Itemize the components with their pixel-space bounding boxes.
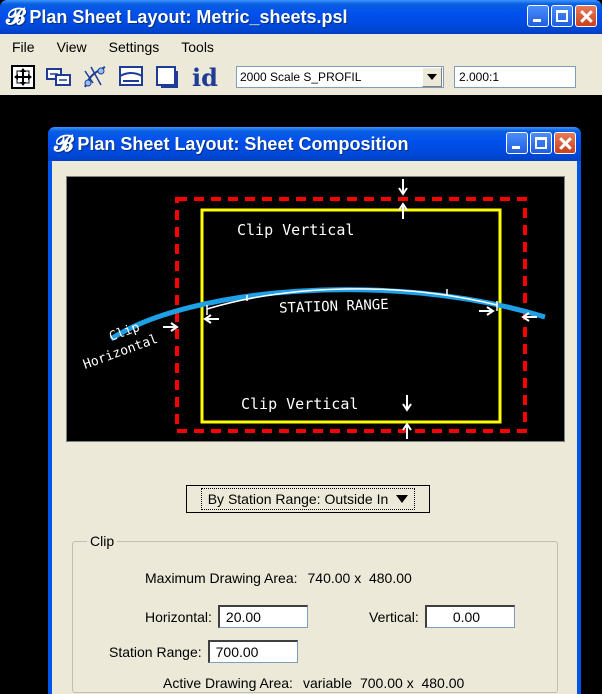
- main-title-bar[interactable]: 𝓑 Plan Sheet Layout: Metric_sheets.psl: [0, 0, 602, 34]
- maximize-button[interactable]: [551, 5, 573, 27]
- arrow-top-down: [398, 179, 408, 196]
- clip-vertical-bottom-label: Clip Vertical: [241, 395, 358, 413]
- composition-diagram: Clip Vertical Clip Vertical STATION RANG…: [66, 176, 565, 442]
- app-logo-icon: 𝓑: [6, 4, 26, 29]
- active-area-value: 700.00 x 480.00: [359, 675, 465, 691]
- vertical-label: Vertical:: [369, 608, 419, 625]
- menu-view[interactable]: View: [57, 39, 87, 55]
- path-tool-icon[interactable]: [80, 62, 110, 92]
- close-button[interactable]: [575, 5, 597, 27]
- composition-mode-dropdown[interactable]: By Station Range: Outside In: [186, 485, 430, 513]
- sub-minimize-button[interactable]: [506, 132, 528, 154]
- max-area-value: 740.00 x 480.00: [307, 570, 412, 586]
- clip-group-label: Clip: [87, 533, 118, 549]
- horizontal-input[interactable]: 20.00: [217, 605, 308, 628]
- inner-sheet-border: [200, 208, 502, 424]
- clip-vertical-top-label: Clip Vertical: [237, 221, 354, 239]
- menu-settings[interactable]: Settings: [109, 39, 160, 55]
- sub-maximize-button[interactable]: [530, 132, 552, 154]
- composition-mode-value: By Station Range: Outside In: [207, 491, 389, 507]
- chevron-down-icon[interactable]: [422, 67, 442, 87]
- sheet-move-icon[interactable]: [44, 62, 74, 92]
- menu-tools[interactable]: Tools: [181, 39, 214, 55]
- app-logo-icon: 𝓑: [54, 131, 74, 156]
- sheet-placement-icon[interactable]: [8, 62, 38, 92]
- station-range-input[interactable]: 700.00: [207, 640, 298, 663]
- sheet-type-dropdown[interactable]: 2000 Scale S_PROFIL: [236, 66, 444, 88]
- sheet-composition-body: Clip Vertical Clip Vertical STATION RANG…: [52, 161, 577, 694]
- max-area-label: Maximum Drawing Area:: [145, 570, 298, 586]
- menu-bar: File View Settings Tools: [0, 34, 602, 59]
- id-icon[interactable]: id: [188, 62, 222, 92]
- station-range-label-text: Station Range:: [109, 643, 202, 660]
- tool-bar: id 2000 Scale S_PROFIL 2.000:1: [0, 59, 602, 95]
- arrow-bottom-down: [402, 395, 412, 412]
- sheet-view-icon[interactable]: [152, 62, 182, 92]
- station-range-label: STATION RANGE: [279, 297, 389, 317]
- sub-window-title: Plan Sheet Layout: Sheet Composition: [77, 133, 409, 154]
- sheet-composition-window: 𝓑 Plan Sheet Layout: Sheet Composition C…: [48, 127, 581, 694]
- arrow-left: [163, 322, 179, 332]
- main-window-title: Plan Sheet Layout: Metric_sheets.psl: [29, 6, 348, 27]
- horizontal-label: Horizontal:: [145, 608, 212, 625]
- sheet-layout-icon[interactable]: [116, 62, 146, 92]
- minimize-button[interactable]: [527, 5, 549, 27]
- chevron-down-icon: [396, 495, 409, 503]
- sheet-type-value: 2000 Scale S_PROFIL: [240, 70, 362, 84]
- clip-group: Clip Maximum Drawing Area: 740.00 x 480.…: [72, 533, 558, 693]
- scale-input[interactable]: 2.000:1: [454, 66, 576, 88]
- sub-close-button[interactable]: [554, 132, 576, 154]
- active-area-mode: variable: [302, 675, 352, 691]
- sub-title-bar[interactable]: 𝓑 Plan Sheet Layout: Sheet Composition: [48, 127, 581, 161]
- vertical-input[interactable]: 0.00: [424, 605, 515, 628]
- active-area-label: Active Drawing Area:: [163, 675, 293, 691]
- menu-file[interactable]: File: [12, 39, 35, 55]
